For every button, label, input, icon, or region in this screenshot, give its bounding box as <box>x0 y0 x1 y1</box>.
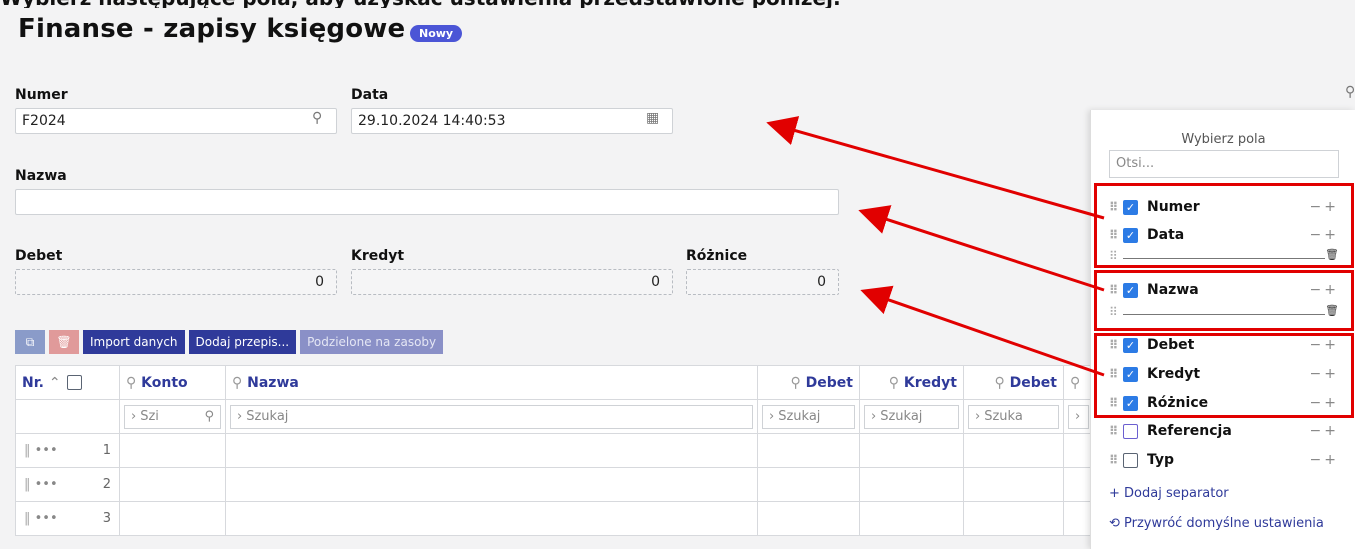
annotation-arrows <box>766 116 1105 377</box>
arrow-to-nazwa <box>858 205 1105 292</box>
arrow-to-amounts <box>860 285 1105 377</box>
arrow-to-header <box>766 116 1105 220</box>
